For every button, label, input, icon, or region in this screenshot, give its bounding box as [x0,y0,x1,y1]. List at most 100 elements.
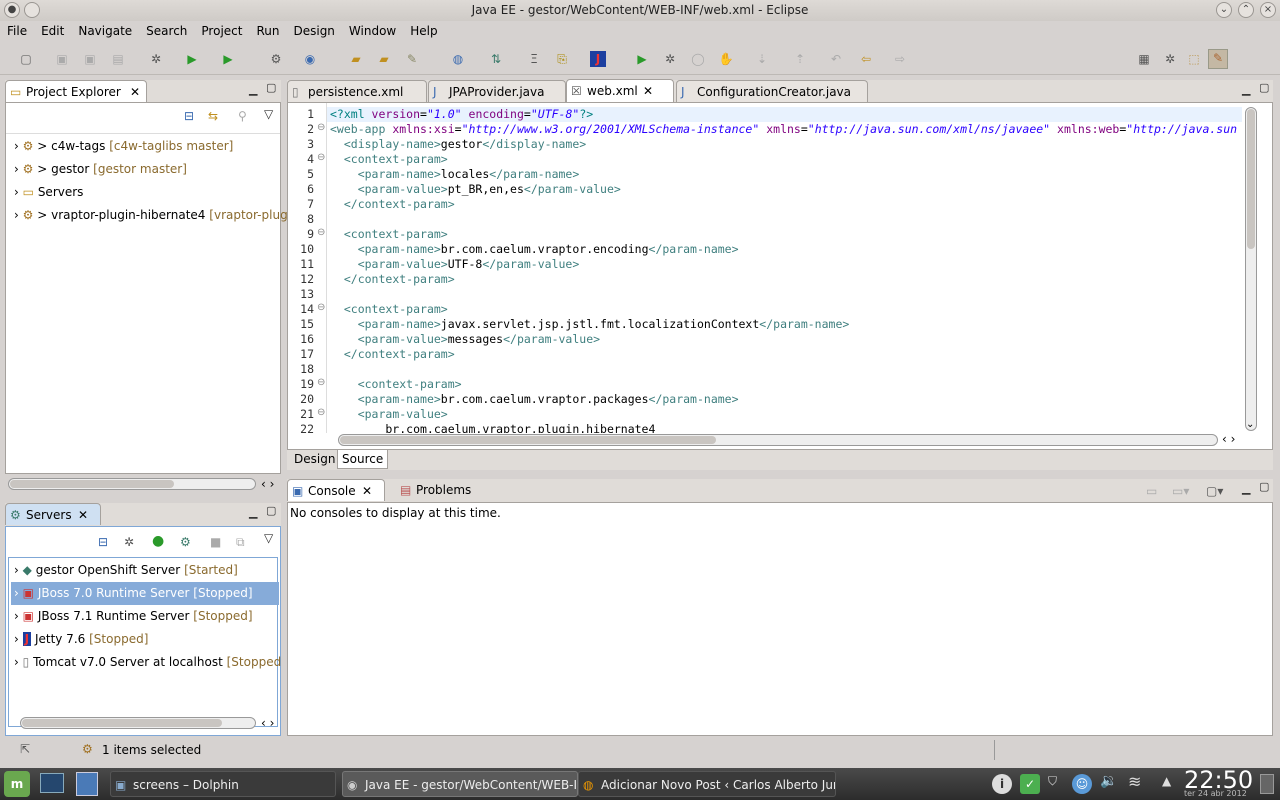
servers-hscrollbar[interactable] [20,717,256,729]
code-line[interactable]: </context-param> [330,347,455,361]
code-line[interactable]: <?xml version="1.0" encoding="UTF-8"?> [330,107,593,121]
code-line[interactable]: <context-param> [330,302,448,316]
task-eclipse[interactable]: ◉ Java EE - gestor/WebContent/WEB-INF/ [342,771,578,797]
run-external-icon[interactable]: ▶ [220,51,236,67]
server-row[interactable]: › ▯ Tomcat v7.0 Server at localhost [Sto… [14,651,281,674]
explorer-hscrollbar[interactable] [8,478,256,490]
menu-design[interactable]: Design [286,21,341,41]
run-icon[interactable]: ▶ [184,51,200,67]
prev-annotation-icon[interactable]: ⇡ [792,51,808,67]
minimize-view-icon[interactable]: ▁ [1242,482,1250,495]
xml-editor[interactable]: 1 <?xml version="1.0" encoding="UTF-8"?> 2… [287,102,1273,450]
publish-icon[interactable]: ⧉ [236,535,245,550]
fold-toggle-icon[interactable]: ⊖ [317,152,325,163]
new-icon[interactable]: ▢ [18,51,34,67]
tab-console[interactable]: ▣ Console ✕ [287,479,385,501]
new-server-icon[interactable]: ⚙ [268,51,284,67]
files-icon[interactable] [76,772,98,796]
code-line[interactable]: <param-value> [330,407,448,421]
wifi-icon[interactable]: ≋ [1128,772,1141,791]
minimize-editor-icon[interactable]: ▁ [1242,83,1250,96]
web-browser-icon[interactable]: ◍ [450,51,466,67]
collapse-all-icon[interactable]: ⊟ [184,109,194,123]
hand-icon[interactable]: ✋ [718,51,734,67]
workspace-icon[interactable] [1260,774,1274,794]
code-line[interactable]: <param-value>UTF-8</param-value> [330,257,580,271]
code-line[interactable]: <param-name>javax.servlet.jsp.jstl.fmt.l… [330,317,850,331]
forward-icon[interactable]: ⇨ [892,51,908,67]
code-line[interactable]: br.com.caelum.vraptor.plugin.hibernate4 [330,422,655,433]
open-console-icon[interactable]: ▢▾ [1206,484,1223,498]
view-menu-icon[interactable]: ▽ [264,531,273,545]
code-line[interactable]: <param-value>messages</param-value> [330,332,600,346]
task-firefox[interactable]: ◍ Adicionar Novo Post ‹ Carlos Alberto Ju… [578,771,836,797]
editor-hscrollbar[interactable] [338,434,1218,446]
debug-server-icon[interactable]: ✲ [662,51,678,67]
fast-view-icon[interactable]: ⇱ [20,742,30,756]
filter-icon[interactable]: ⚲ [238,109,247,123]
info-icon[interactable]: i [992,774,1012,794]
volume-icon[interactable]: 🔉 [1100,773,1117,789]
open-type-icon[interactable]: ▰ [348,51,364,67]
save-all-icon[interactable]: ▣ [82,51,98,67]
tab-source[interactable]: Source [337,450,389,469]
server-row[interactable]: › ◆ gestor OpenShift Server [Started] [14,559,280,582]
stop-server-icon[interactable]: ◯ [690,51,706,67]
code-line[interactable]: <context-param> [330,152,448,166]
editor-tab-jpaprovider[interactable]: J JPAProvider.java [428,80,566,102]
stop-server-icon[interactable]: ■ [210,535,221,549]
fold-toggle-icon[interactable]: ⊖ [317,407,325,418]
profile-server-icon[interactable]: ⚙ [180,535,191,549]
open-perspective-icon[interactable]: ▦ [1136,51,1152,67]
scroll-down-icon[interactable]: ⌄ [1246,419,1254,430]
close-icon[interactable]: × [1260,2,1276,18]
maximize-view-icon[interactable]: ▢ [266,504,276,517]
tree-item[interactable]: › ⚙ > c4w-tags [c4w-taglibs master] [14,135,233,158]
start-server-icon[interactable]: ● [152,533,164,549]
tab-project-explorer[interactable]: ▭ Project Explorer ✕ [5,80,147,102]
maximize-view-icon[interactable]: ▢ [266,81,276,94]
scroll-left-right-icon[interactable]: ‹ › [261,477,274,491]
mint-menu-icon[interactable]: m [4,771,30,797]
minimize-view-icon[interactable]: ▁ [249,83,257,96]
debug-icon[interactable]: ✲ [148,51,164,67]
menu-file[interactable]: File [0,21,34,41]
fold-toggle-icon[interactable]: ⊖ [317,377,325,388]
code-line[interactable]: <context-param> [330,227,448,241]
task-dolphin[interactable]: ▣ screens – Dolphin [110,771,336,797]
show-desktop-icon[interactable] [40,773,64,793]
git-perspective-icon[interactable]: ⬚ [1186,51,1202,67]
new-java-icon[interactable]: ◉ [302,51,318,67]
back-icon[interactable]: ⇦ [858,51,874,67]
shield-icon[interactable]: ⛉ [1048,774,1057,789]
fold-toggle-icon[interactable]: ⊖ [317,302,325,313]
server-row[interactable]: › ▣ JBoss 7.1 Runtime Server [Stopped] [14,605,253,628]
menu-search[interactable]: Search [139,21,194,41]
tree-item[interactable]: › ▭ Servers [14,181,83,204]
close-tab-icon[interactable]: ✕ [643,80,653,102]
code-line[interactable]: <param-name>locales</param-name> [330,167,580,181]
fold-toggle-icon[interactable]: ⊖ [317,227,325,238]
tray-arrow-icon[interactable]: ▲ [1162,774,1171,788]
display-console-icon[interactable]: ▭▾ [1172,484,1189,498]
close-tab-icon[interactable]: ✕ [362,480,372,502]
window-menu-icon[interactable]: ● [4,2,20,18]
server-row[interactable]: › J Jetty 7.6 [Stopped] [14,628,148,651]
debug-server-icon[interactable]: ✲ [124,535,134,549]
minimize-view-icon[interactable]: ▁ [249,506,257,519]
editor-vscrollbar[interactable] [1245,107,1257,431]
code-line[interactable]: <param-value>pt_BR,en,es</param-value> [330,182,621,196]
search-icon[interactable]: ✎ [404,51,420,67]
tab-servers[interactable]: ⚙ Servers ✕ [5,503,101,525]
tree-item[interactable]: › ⚙ > vraptor-plugin-hibernate4 [vraptor… [14,204,288,227]
fold-toggle-icon[interactable]: ⊖ [317,122,325,133]
menu-window[interactable]: Window [342,21,403,41]
minimize-icon[interactable]: ⌄ [1216,2,1232,18]
refactor-icon[interactable]: ⎘ [554,51,570,67]
close-tab-icon[interactable]: ✕ [78,504,88,526]
menu-edit[interactable]: Edit [34,21,71,41]
pin-console-icon[interactable]: ▭ [1146,484,1157,498]
tree-item[interactable]: › ⚙ > gestor [gestor master] [14,158,187,181]
print-icon[interactable]: ▤ [110,51,126,67]
tasks-icon[interactable]: Ξ [526,51,542,67]
